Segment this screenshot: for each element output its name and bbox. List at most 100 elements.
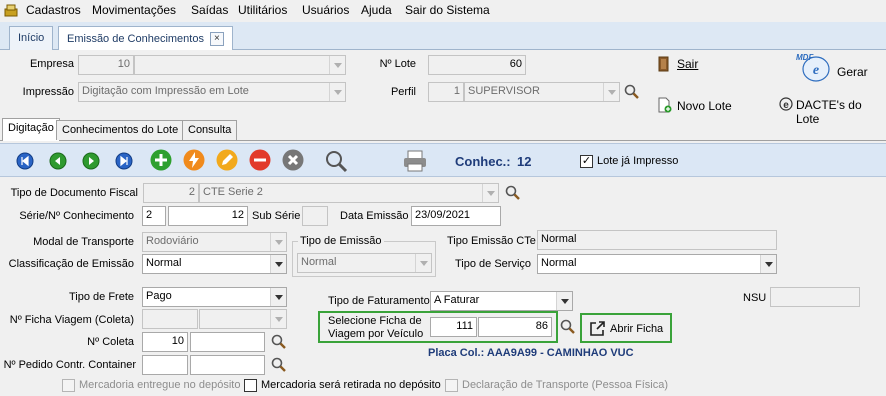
- gerar-button[interactable]: Gerar: [837, 65, 868, 79]
- chevron-down-icon[interactable]: [415, 254, 431, 272]
- data-emissao-field[interactable]: 23/09/2021: [411, 206, 501, 226]
- delete-icon[interactable]: [249, 149, 271, 171]
- tab-conhecimentos-label: Conhecimentos do Lote: [62, 124, 179, 136]
- placa-coleta-text: Placa Col.: AAA9A99 - CAMINHAO VUC: [428, 347, 634, 359]
- chevron-down-icon[interactable]: [329, 56, 345, 74]
- classificacao-value: Normal: [146, 257, 182, 269]
- mdfe-logo-icon[interactable]: e MDF: [796, 52, 832, 84]
- ficha-numero-field[interactable]: 86: [478, 317, 552, 337]
- ficha-veiculo-field[interactable]: 111: [430, 317, 477, 337]
- numero-conhecimento-field[interactable]: 12: [168, 206, 248, 226]
- next-record-icon[interactable]: [82, 152, 100, 170]
- tab-inicio[interactable]: Início: [9, 26, 54, 50]
- tab-conhecimentos-lote[interactable]: Conhecimentos do Lote: [56, 120, 185, 140]
- exit-door-icon[interactable]: [657, 56, 671, 72]
- mercadoria-entregue-checkbox[interactable]: [62, 379, 75, 392]
- abrir-ficha-button[interactable]: Abrir Ficha: [580, 313, 672, 343]
- chevron-down-icon[interactable]: [329, 83, 345, 101]
- lote-impresso-checkbox[interactable]: ✓: [580, 155, 593, 168]
- selecione-ficha-label-line2: Viagem por Veículo: [328, 328, 424, 340]
- perfil-code-field[interactable]: 1: [428, 82, 464, 102]
- process-icon[interactable]: [183, 149, 205, 171]
- chevron-down-icon[interactable]: [270, 233, 286, 251]
- pedido-container-descricao-field[interactable]: [190, 355, 265, 375]
- menu-usuarios[interactable]: Usuários: [302, 3, 349, 17]
- search-icon[interactable]: [324, 149, 348, 173]
- tipo-doc-label: Tipo de Documento Fiscal: [10, 187, 138, 199]
- chevron-down-icon[interactable]: [760, 255, 776, 273]
- tab-consulta[interactable]: Consulta: [182, 120, 238, 140]
- tipo-emissao-group-label: Tipo de Emissão: [298, 235, 384, 247]
- chevron-down-icon[interactable]: [482, 184, 498, 202]
- declaracao-transporte-checkbox[interactable]: [445, 379, 458, 392]
- ficha-viagem-select[interactable]: [199, 309, 287, 329]
- chevron-down-icon[interactable]: [603, 83, 619, 101]
- edit-icon[interactable]: [216, 149, 238, 171]
- close-tab-icon[interactable]: ×: [209, 32, 224, 46]
- coleta-label: Nº Coleta: [87, 336, 134, 348]
- menu-cadastros[interactable]: Cadastros: [26, 3, 81, 17]
- search-icon[interactable]: [270, 356, 288, 374]
- novo-lote-button[interactable]: Novo Lote: [677, 99, 732, 113]
- impressao-select[interactable]: Digitação com Impressão em Lote: [78, 82, 346, 102]
- tipo-emissao-select[interactable]: Normal: [297, 253, 432, 273]
- mercadoria-retirada-label: Mercadoria será retirada no depósito: [261, 379, 441, 391]
- sair-button[interactable]: Sair: [677, 57, 698, 71]
- chevron-down-icon[interactable]: [556, 292, 572, 310]
- tipo-faturamento-label: Tipo de Faturamento: [328, 295, 430, 307]
- tipo-frete-select[interactable]: Pago: [142, 287, 287, 307]
- pedido-container-field[interactable]: [142, 355, 188, 375]
- record-toolbar: Conhec.: 12 ✓ Lote já Impresso: [0, 143, 886, 177]
- dacte-e-icon[interactable]: e: [779, 97, 793, 111]
- menu-saidas[interactable]: Saídas: [191, 3, 228, 17]
- printer-icon[interactable]: [402, 149, 428, 173]
- search-icon[interactable]: [559, 318, 577, 336]
- empresa-select[interactable]: [134, 55, 346, 75]
- ficha-viagem-code-field[interactable]: [142, 309, 198, 329]
- serie-field[interactable]: 2: [142, 206, 166, 226]
- lote-label: Nº Lote: [379, 58, 416, 70]
- document-tab-strip: Início Emissão de Conhecimentos ×: [0, 22, 886, 50]
- coleta-field[interactable]: 10: [142, 332, 188, 352]
- first-record-icon[interactable]: [16, 152, 34, 170]
- data-emissao-label: Data Emissão: [340, 210, 409, 222]
- tab-digitacao[interactable]: Digitação: [2, 118, 60, 141]
- impressao-label: Impressão: [22, 86, 74, 98]
- svg-text:e: e: [813, 63, 819, 78]
- app-icon: [4, 4, 18, 17]
- search-icon[interactable]: [504, 184, 522, 202]
- add-icon[interactable]: [150, 149, 172, 171]
- lote-field[interactable]: 60: [428, 55, 526, 75]
- cancel-icon[interactable]: [282, 149, 304, 171]
- tipo-doc-code-field[interactable]: 2: [143, 183, 199, 203]
- new-document-icon[interactable]: [657, 97, 672, 113]
- chevron-down-icon[interactable]: [270, 288, 286, 306]
- menu-movimentacoes[interactable]: Movimentações: [92, 3, 176, 17]
- tipo-frete-value: Pago: [146, 290, 172, 302]
- menu-utilitarios[interactable]: Utilitários: [238, 3, 287, 17]
- tipo-emissao-cte-field: Normal: [537, 230, 777, 250]
- tipo-servico-select[interactable]: Normal: [537, 254, 777, 274]
- tipo-doc-select[interactable]: CTE Serie 2: [199, 183, 499, 203]
- chevron-down-icon[interactable]: [270, 310, 286, 328]
- menu-sair-do-sistema[interactable]: Sair do Sistema: [405, 3, 490, 17]
- nsu-label: NSU: [743, 292, 767, 304]
- dacte-lote-button[interactable]: DACTE's do Lote: [796, 98, 886, 126]
- menu-ajuda[interactable]: Ajuda: [361, 3, 392, 17]
- last-record-icon[interactable]: [115, 152, 133, 170]
- conhec-label: Conhec.:: [455, 154, 511, 169]
- tipo-faturamento-select[interactable]: A Faturar: [430, 291, 573, 311]
- mercadoria-retirada-checkbox[interactable]: [244, 379, 257, 392]
- tab-emissao-conhecimentos[interactable]: Emissão de Conhecimentos ×: [58, 26, 233, 50]
- coleta-descricao-field[interactable]: [190, 332, 265, 352]
- previous-record-icon[interactable]: [49, 152, 67, 170]
- search-icon[interactable]: [270, 333, 288, 351]
- perfil-select[interactable]: SUPERVISOR: [464, 82, 620, 102]
- sub-serie-field[interactable]: [302, 206, 328, 226]
- empresa-code-field[interactable]: 10: [78, 55, 134, 75]
- modal-select[interactable]: Rodoviário: [142, 232, 287, 252]
- perfil-value: SUPERVISOR: [468, 85, 540, 97]
- classificacao-select[interactable]: Normal: [142, 254, 287, 274]
- search-icon[interactable]: [623, 83, 641, 101]
- chevron-down-icon[interactable]: [270, 255, 286, 273]
